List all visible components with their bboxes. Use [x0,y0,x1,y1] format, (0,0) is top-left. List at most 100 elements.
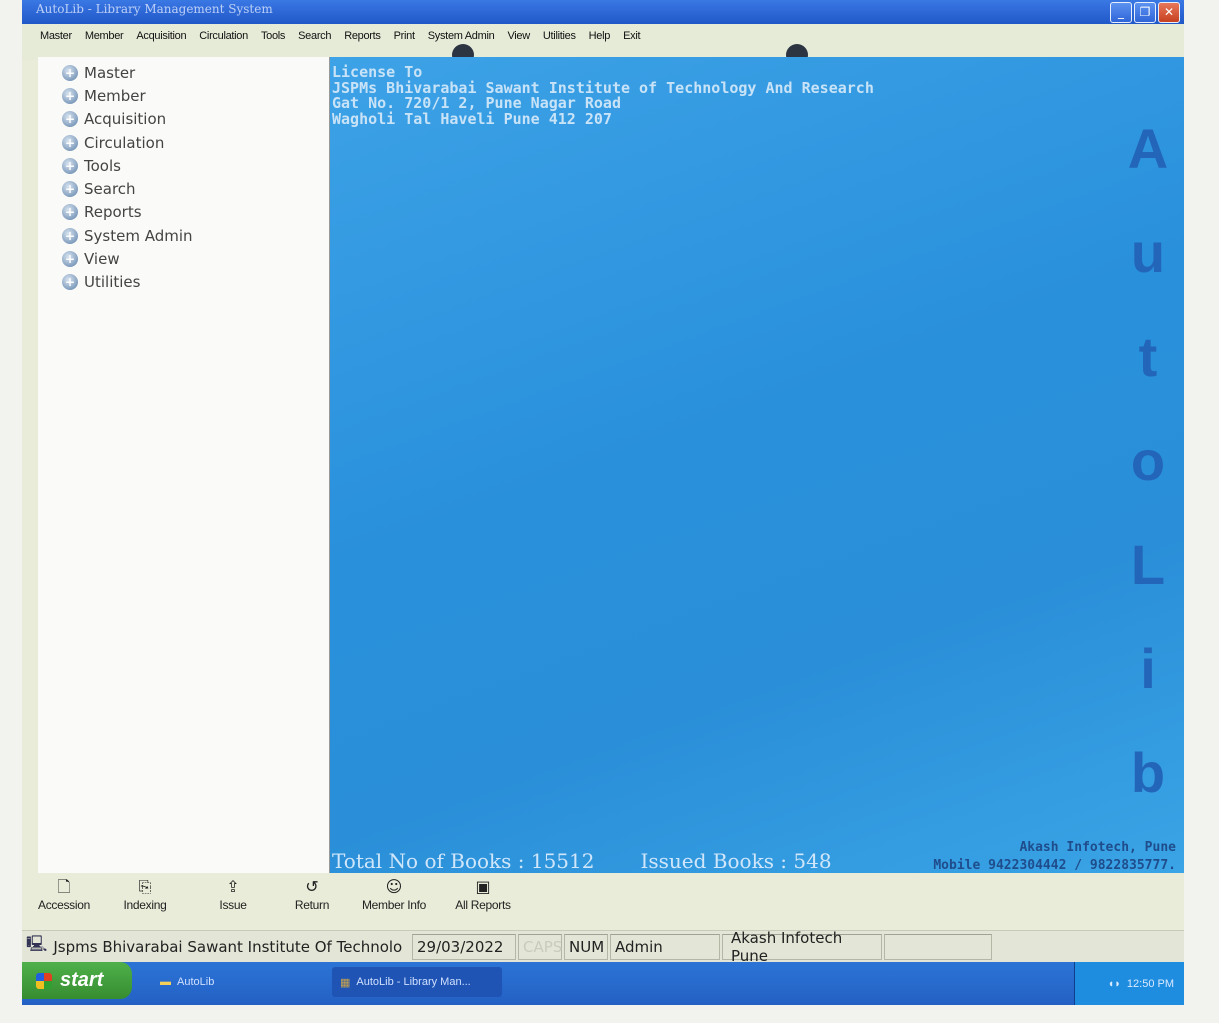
status-empty [884,933,992,960]
folder-icon: ▬ [160,976,171,988]
windows-taskbar: start ▬ AutoLib ▦ AutoLib - Library Man.… [22,962,1184,1005]
menu-help[interactable]: Help [589,30,611,42]
toolbar-label: Return [294,898,330,912]
status-num: NUM [564,933,608,960]
expand-plus-icon[interactable]: + [62,134,78,151]
close-button[interactable]: ✕ [1158,2,1180,23]
menu-acquisition[interactable]: Acquisition [136,30,186,42]
vendor-info: Akash Infotech, Pune Mobile 9422304442 /… [933,839,1176,875]
expand-plus-icon[interactable]: + [62,157,78,174]
logo-letter: b [1130,741,1166,804]
tree-item-label: Master [84,63,136,82]
window-title: AutoLib - Library Management System [36,2,273,16]
logo-letter: u [1130,221,1166,284]
minimize-button[interactable]: _ [1110,2,1132,23]
menu-member[interactable]: Member [85,30,124,42]
taskbar-folder-autolib[interactable]: ▬ AutoLib [152,967,322,997]
maximize-button[interactable]: ❐ [1134,2,1156,23]
toolbar-label: Member Info [361,898,427,912]
menu-utilities[interactable]: Utilities [543,30,576,42]
book-stats: Total No of Books : 15512 Issued Books :… [332,849,832,873]
expand-plus-icon[interactable]: + [62,204,78,221]
toolbar-label: Accession [38,898,90,912]
tree-item-label: Acquisition [84,110,167,129]
all-reports-button[interactable]: ▣ All Reports [440,873,526,925]
tree-item-reports[interactable]: + Reports [38,201,329,224]
tree-item-label: System Admin [84,226,193,245]
tree-item-acquisition[interactable]: + Acquisition [38,108,329,131]
tray-clock: 12:50 PM [1126,977,1174,990]
menu-print[interactable]: Print [394,30,415,42]
logo-letter: i [1140,637,1156,700]
license-info: License To JSPMs Bhivarabai Sawant Insti… [332,64,874,128]
member-info-button[interactable]: ☺ Member Info [348,873,440,925]
task-label: AutoLib - Library Man... [356,976,471,988]
expand-plus-icon[interactable]: + [62,181,78,198]
window-titlebar[interactable]: AutoLib - Library Management System _ ❐ … [22,0,1184,24]
tree-item-label: Circulation [84,133,165,152]
status-company: Akash Infotech Pune [722,929,882,965]
logo-letter: A [1127,117,1169,180]
logo-letter: L [1130,533,1166,596]
expand-plus-icon[interactable]: + [62,274,78,291]
accession-button[interactable]: 🗋 Accession [28,873,100,925]
expand-plus-icon[interactable]: + [62,251,78,268]
tree-item-master[interactable]: + Master [38,61,329,84]
tree-item-view[interactable]: + View [38,247,329,270]
menu-exit[interactable]: Exit [623,30,640,42]
index-icon: ⎘ [138,877,152,896]
status-caps: CAPS [518,933,562,960]
tree-item-tools[interactable]: + Tools [38,154,329,177]
indexing-button[interactable]: ⎘ Indexing [100,873,190,925]
menu-tools[interactable]: Tools [261,30,285,42]
menu-search[interactable]: Search [298,30,331,42]
taskbar-app-autolib[interactable]: ▦ AutoLib - Library Man... [332,967,502,997]
expand-plus-icon[interactable]: + [62,227,78,244]
logo-letter: o [1130,429,1166,492]
tree-item-label: Member [84,86,146,105]
toolbar-label: All Reports [455,898,511,912]
app-icon: ▦ [340,976,351,989]
menu-view[interactable]: View [507,30,530,42]
window-controls: _ ❐ ✕ [1110,2,1180,23]
menu-master[interactable]: Master [40,30,72,42]
tree-item-search[interactable]: + Search [38,177,329,200]
member-icon: ☺ [385,877,403,896]
status-user: Admin [610,933,720,960]
menu-circulation[interactable]: Circulation [199,30,248,42]
issued-books-count: Issued Books : 548 [640,849,832,873]
tree-item-label: View [84,250,120,269]
quick-toolbar: 🗋 Accession ⎘ Indexing ⇪ Issue ↺ Return ☺ Mem… [22,873,1184,928]
computer-icon: 🖳 [26,934,48,953]
navigation-tree: + Master + Member + Acquisition + Circulatio… [38,57,330,873]
status-bar: 🖳 Jspms Bhivarabai Sawant Institute Of T… [22,929,1184,965]
start-button[interactable]: start [22,962,132,999]
tree-item-circulation[interactable]: + Circulation [38,131,329,154]
expand-plus-icon[interactable]: + [62,87,78,104]
return-button[interactable]: ↺ Return [276,873,348,925]
tree-item-label: Reports [84,203,142,222]
logo-letter: t [1138,325,1158,388]
windows-logo-icon [36,972,52,989]
status-date: 29/03/2022 [412,933,516,960]
toolbar-label: Indexing [123,898,167,912]
page-icon: 🗋 [57,877,71,896]
tray-volume-icon[interactable]: ◖◗ [1108,978,1121,990]
total-books-count: Total No of Books : 15512 [332,849,595,873]
issue-button[interactable]: ⇪ Issue [190,873,276,925]
expand-plus-icon[interactable]: + [62,64,78,81]
vendor-name: Akash Infotech, Pune [1019,840,1176,855]
menu-system-admin[interactable]: System Admin [428,30,495,42]
tree-item-system-admin[interactable]: + System Admin [38,224,329,247]
license-line: Wagholi Tal Haveli Pune 412 207 [332,109,612,128]
tree-item-member[interactable]: + Member [38,84,329,107]
reports-icon: ▣ [475,877,491,896]
return-icon: ↺ [305,877,319,896]
menu-reports[interactable]: Reports [344,30,381,42]
main-dashboard-panel: License To JSPMs Bhivarabai Sawant Insti… [330,57,1184,873]
toolbar-label: Issue [219,898,247,912]
tree-item-utilities[interactable]: + Utilities [38,271,329,294]
system-tray: ◖◗ 12:50 PM [1074,962,1184,1005]
tree-item-label: Tools [84,156,121,175]
expand-plus-icon[interactable]: + [62,111,78,128]
